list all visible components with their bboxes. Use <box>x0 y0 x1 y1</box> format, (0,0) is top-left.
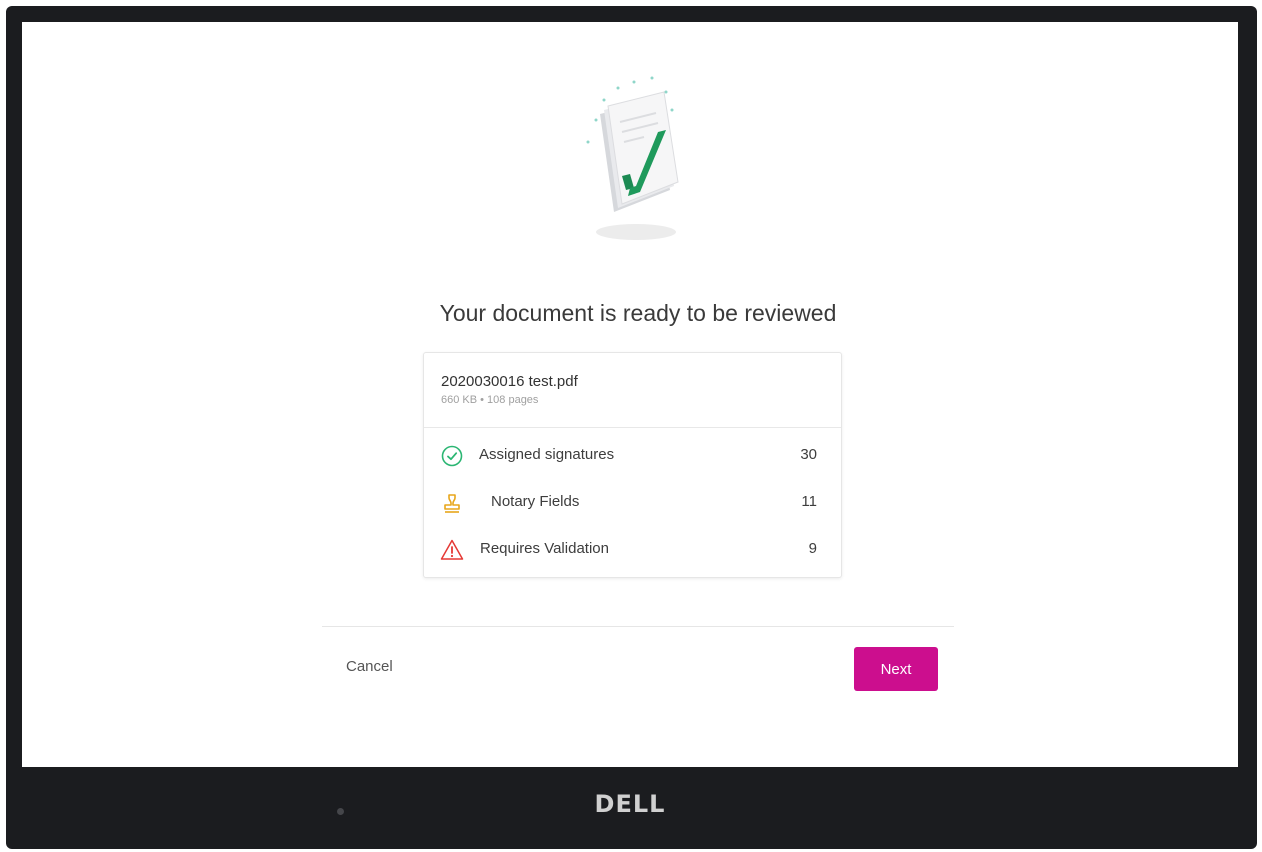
check-circle-icon <box>441 445 463 467</box>
warning-icon <box>440 539 464 560</box>
stat-label: Notary Fields <box>491 493 580 510</box>
file-name: 2020030016 test.pdf <box>441 373 578 390</box>
stat-count: 9 <box>808 540 817 557</box>
brand-logo: DELL <box>594 790 666 818</box>
screen: Your document is ready to be reviewed 20… <box>22 22 1238 767</box>
stat-label: Assigned signatures <box>479 446 615 463</box>
stat-row-assigned-signatures: Assigned signatures 30 <box>424 432 841 479</box>
document-summary-card: 2020030016 test.pdf 660 KB • 108 pages A… <box>423 352 842 578</box>
file-header: 2020030016 test.pdf 660 KB • 108 pages <box>424 353 841 428</box>
next-button[interactable]: Next <box>854 647 938 691</box>
cancel-button[interactable]: Cancel <box>346 658 393 675</box>
stat-row-notary-fields: Notary Fields 11 <box>424 479 841 526</box>
document-checked-illustration <box>586 76 679 240</box>
review-dialog: Your document is ready to be reviewed 20… <box>322 22 954 767</box>
dialog-title: Your document is ready to be reviewed <box>439 300 837 326</box>
stat-row-requires-validation: Requires Validation 9 <box>424 526 841 573</box>
stat-count: 11 <box>801 493 817 510</box>
stat-label: Requires Validation <box>480 540 609 557</box>
stat-count: 30 <box>800 446 817 463</box>
webcam-indicator <box>337 808 344 815</box>
footer-divider <box>322 626 954 627</box>
file-meta: 660 KB • 108 pages <box>441 394 539 406</box>
stamp-icon <box>444 494 460 513</box>
